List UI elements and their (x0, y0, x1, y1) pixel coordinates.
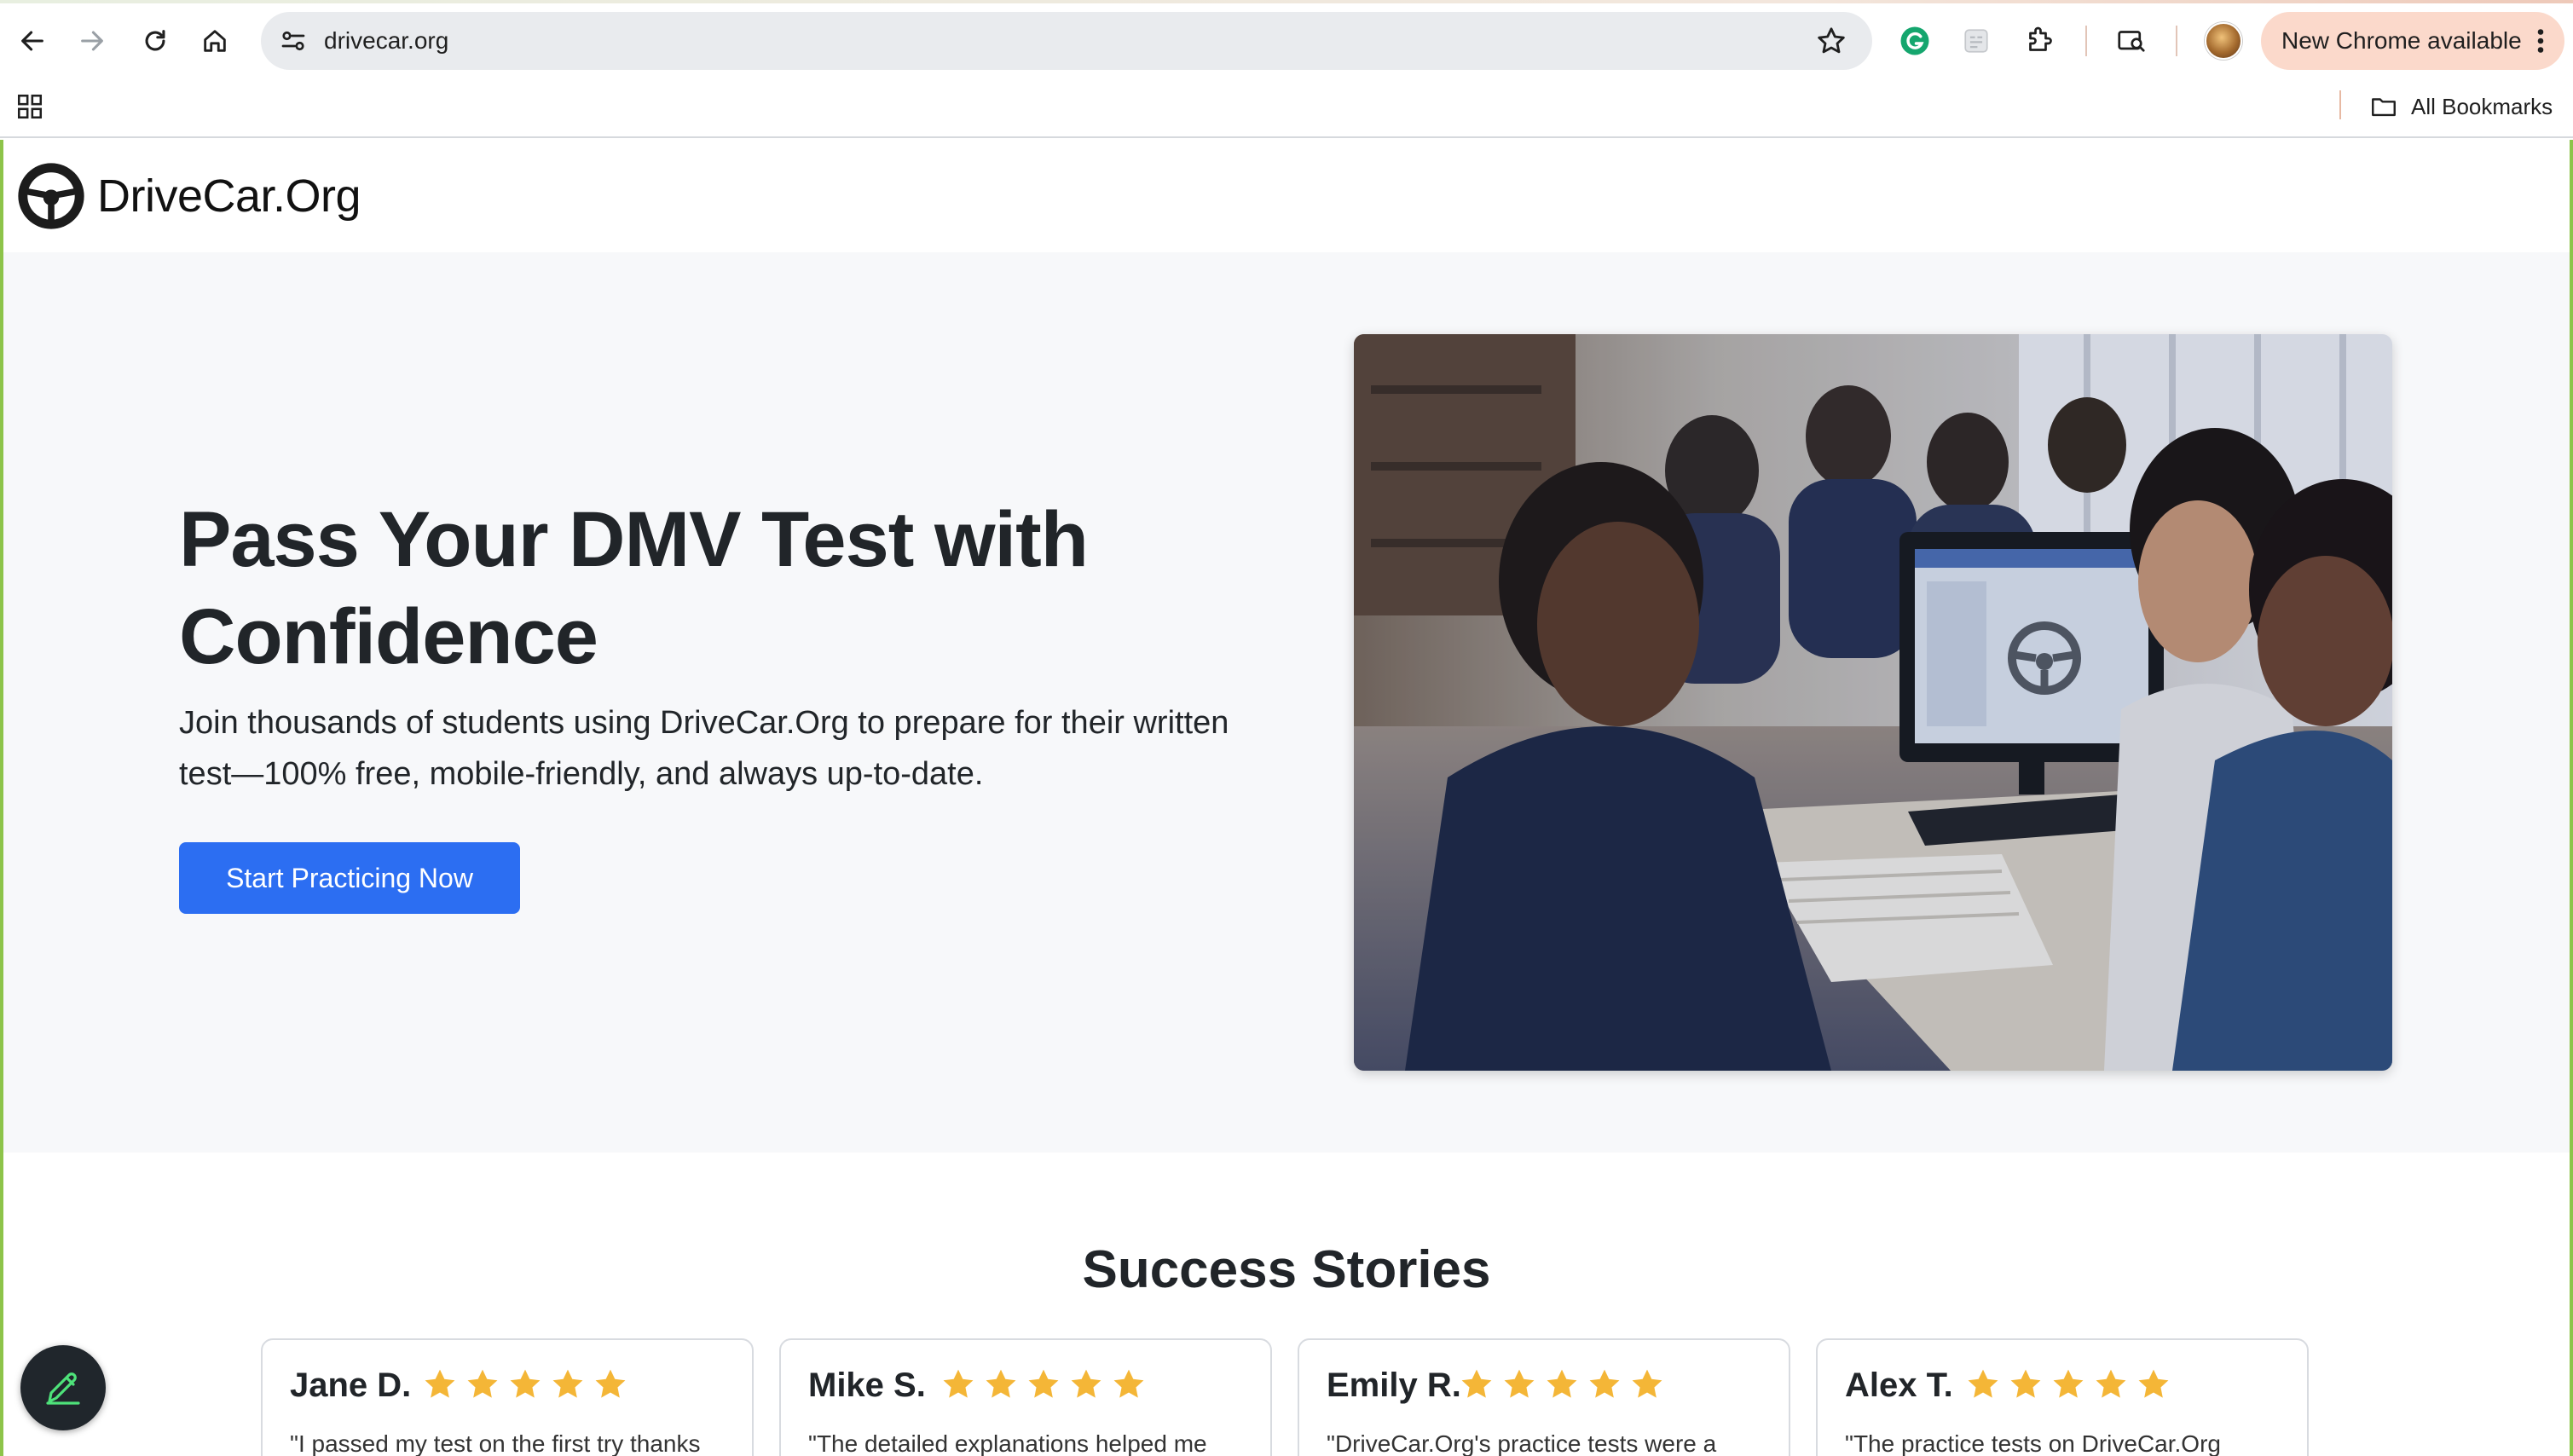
back-arrow-icon (21, 31, 43, 51)
star-icon (1113, 1369, 1144, 1398)
testimonial-card: Mike S. "The detailed explanations helpe… (779, 1338, 1272, 1456)
hero-title: Pass Your DMV Test with Confidence (179, 496, 1089, 680)
back-button[interactable] (12, 20, 53, 61)
star-icon (986, 1369, 1016, 1398)
profile-avatar[interactable] (2205, 22, 2242, 60)
testimonial-card: Jane D. "I passed my test on the first t… (261, 1338, 754, 1456)
url-text[interactable]: drivecar.org (324, 26, 448, 56)
forward-arrow-icon (81, 31, 103, 51)
success-stories-heading: Success Stories (1082, 1240, 1491, 1299)
star-icon (2010, 1369, 2041, 1398)
star-icon (2138, 1369, 2169, 1398)
star-icon (2053, 1369, 2084, 1398)
steering-wheel-logo-icon[interactable] (15, 160, 87, 232)
hero-section: Pass Your DMV Test with Confidence Join … (3, 252, 2570, 1153)
forward-button[interactable] (72, 20, 113, 61)
star-rating (1458, 1366, 1666, 1405)
start-practicing-button[interactable]: Start Practicing Now (179, 842, 520, 914)
star-rating (940, 1366, 1148, 1405)
grammarly-extension-button[interactable] (1896, 22, 1934, 60)
star-rating (421, 1366, 629, 1405)
site-header: DriveCar.Org (3, 140, 2570, 252)
star-icon (1632, 1369, 1662, 1398)
toolbar-separator (2085, 26, 2087, 56)
star-rating (1964, 1366, 2172, 1405)
home-icon (204, 30, 226, 52)
star-icon (425, 1369, 455, 1398)
students-at-computer-illustration (1354, 334, 2392, 1071)
pencil-icon (46, 1372, 80, 1405)
extensions-menu-button[interactable] (2021, 22, 2058, 60)
star-icon (1071, 1369, 1101, 1398)
site-logo-text[interactable]: DriveCar.Org (97, 169, 361, 223)
home-button[interactable] (194, 20, 235, 61)
star-icon (552, 1369, 583, 1398)
reload-button[interactable] (135, 20, 176, 61)
reload-icon (145, 30, 165, 51)
menu-dots-icon (2537, 29, 2544, 53)
puzzle-icon (2029, 26, 2052, 51)
browser-toolbar: drivecar.org New Chrome available (0, 0, 2573, 82)
edit-floating-button[interactable] (20, 1345, 106, 1430)
testimonial-name: Emily R. (1327, 1366, 1461, 1404)
extension-button[interactable] (1957, 22, 1995, 60)
update-label: New Chrome available (2281, 27, 2522, 54)
tab-search-icon (2118, 31, 2145, 52)
star-icon (1028, 1369, 1059, 1398)
bookmarks-separator (2339, 90, 2341, 119)
testimonial-quote: "The practice tests on DriveCar.Org (1845, 1430, 2221, 1456)
folder-icon[interactable] (2368, 92, 2399, 121)
testimonial-quote: "I passed my test on the first try thank… (290, 1430, 701, 1456)
tab-search-button[interactable] (2113, 22, 2150, 60)
web-page: DriveCar.Org Pass Your DMV Test with Con… (0, 140, 2573, 1456)
address-bar[interactable]: drivecar.org (261, 12, 1872, 70)
chrome-update-button[interactable]: New Chrome available (2261, 12, 2564, 70)
star-icon (1547, 1369, 1577, 1398)
site-settings-icon[interactable] (278, 26, 309, 56)
star-icon (1461, 1369, 1492, 1398)
testimonial-quote: "The detailed explanations helped me (808, 1430, 1207, 1456)
toolbar-separator (2176, 26, 2177, 56)
hero-subtitle: Join thousands of students using DriveCa… (179, 705, 1229, 792)
star-icon (1504, 1369, 1535, 1398)
testimonial-card: Emily R. "DriveCar.Org's practice tests … (1298, 1338, 1790, 1456)
bookmark-star-icon[interactable] (1814, 24, 1848, 58)
star-icon (595, 1369, 626, 1398)
testimonial-quote: "DriveCar.Org's practice tests were a (1327, 1430, 1717, 1456)
testimonial-card: Alex T. "The practice tests on DriveCar.… (1816, 1338, 2309, 1456)
star-icon (1968, 1369, 1998, 1398)
grammarly-icon (1900, 26, 1929, 55)
star-icon (510, 1369, 541, 1398)
star-icon (467, 1369, 498, 1398)
testimonial-name: Jane D. (290, 1366, 412, 1404)
all-bookmarks-link[interactable]: All Bookmarks (2411, 92, 2553, 121)
extension-generic-icon (1964, 29, 1988, 53)
star-icon (1589, 1369, 1620, 1398)
tab-strip-accent (0, 0, 2573, 3)
star-icon (943, 1369, 974, 1398)
hero-students-photo (1354, 334, 2392, 1071)
testimonial-name: Alex T. (1845, 1366, 1953, 1404)
bookmarks-bar: All Bookmarks (0, 82, 2573, 138)
star-icon (2096, 1369, 2126, 1398)
apps-grid-icon[interactable] (15, 92, 44, 121)
testimonial-name: Mike S. (808, 1366, 926, 1404)
